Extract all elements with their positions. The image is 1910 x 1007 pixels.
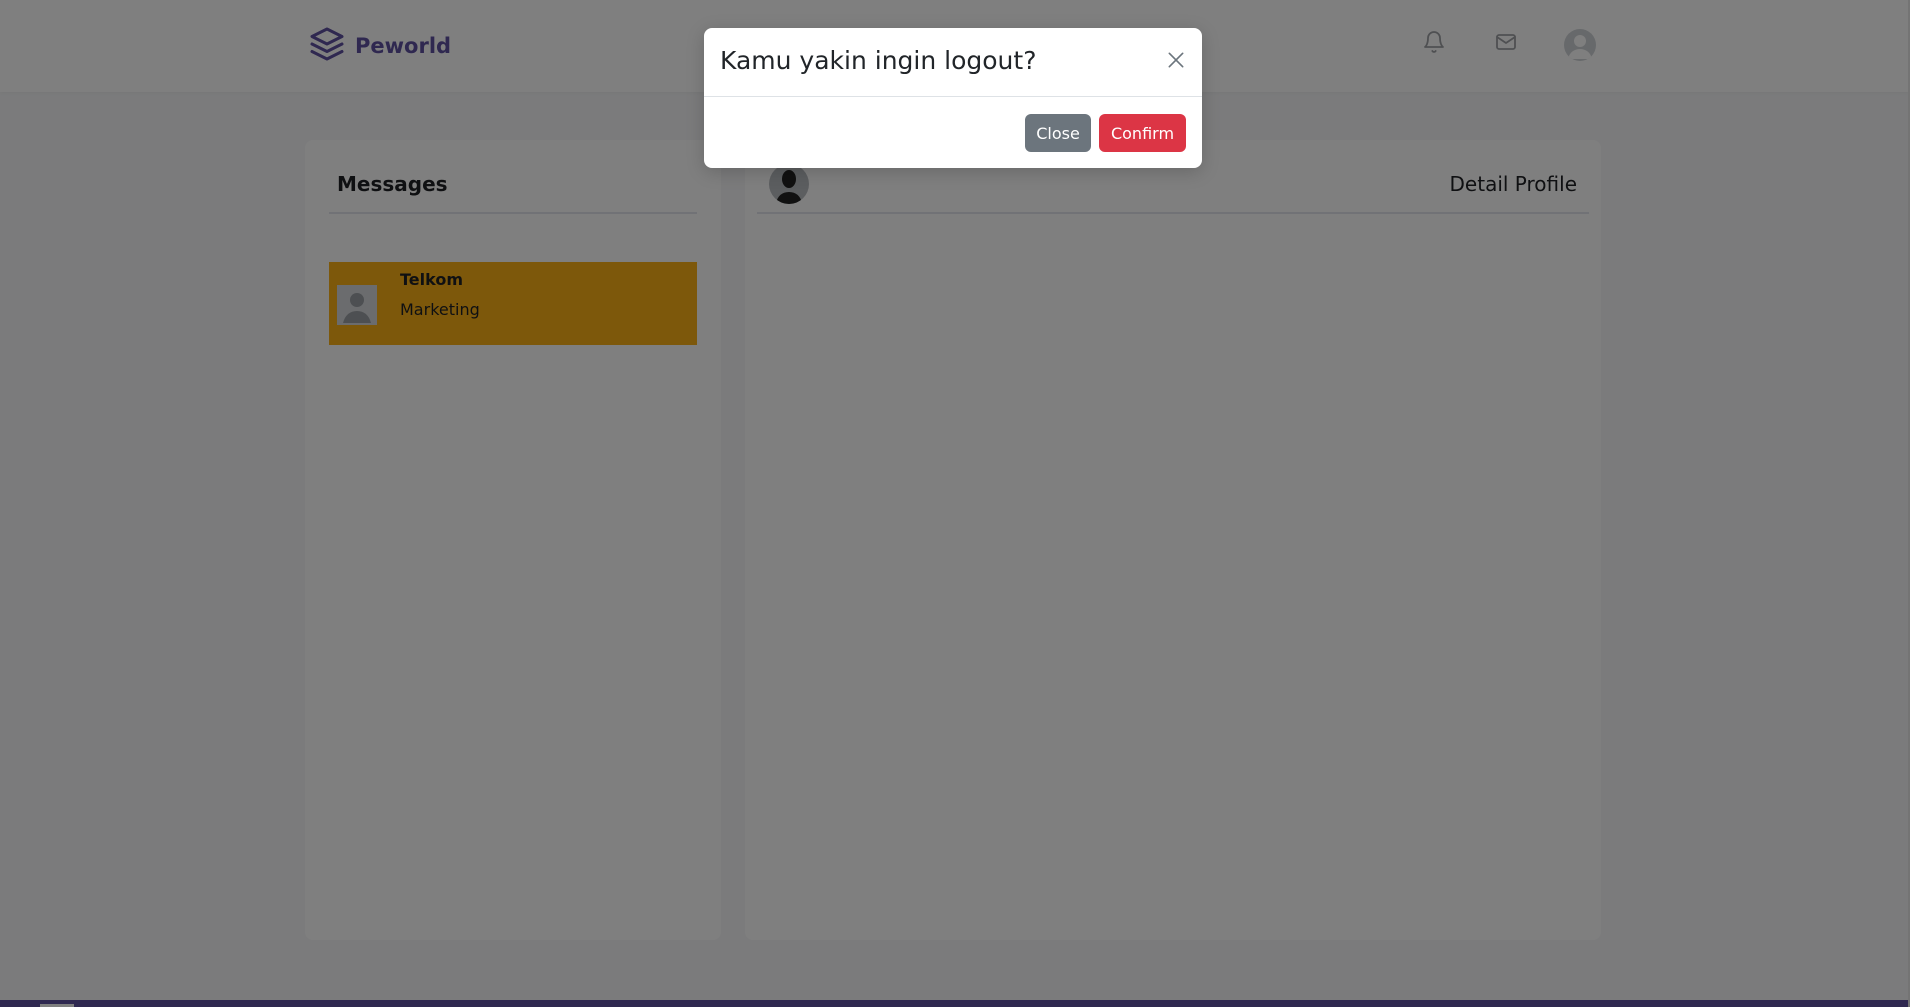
- logout-modal: Kamu yakin ingin logout? Close Confirm: [704, 28, 1202, 168]
- modal-close-x-button[interactable]: [1164, 50, 1188, 74]
- close-icon: [1166, 50, 1186, 74]
- page: Peworld: [0, 0, 1910, 1007]
- modal-title: Kamu yakin ingin logout?: [720, 46, 1037, 75]
- modal-header-divider: [704, 96, 1202, 97]
- confirm-button[interactable]: Confirm: [1099, 114, 1186, 152]
- close-button[interactable]: Close: [1025, 114, 1091, 152]
